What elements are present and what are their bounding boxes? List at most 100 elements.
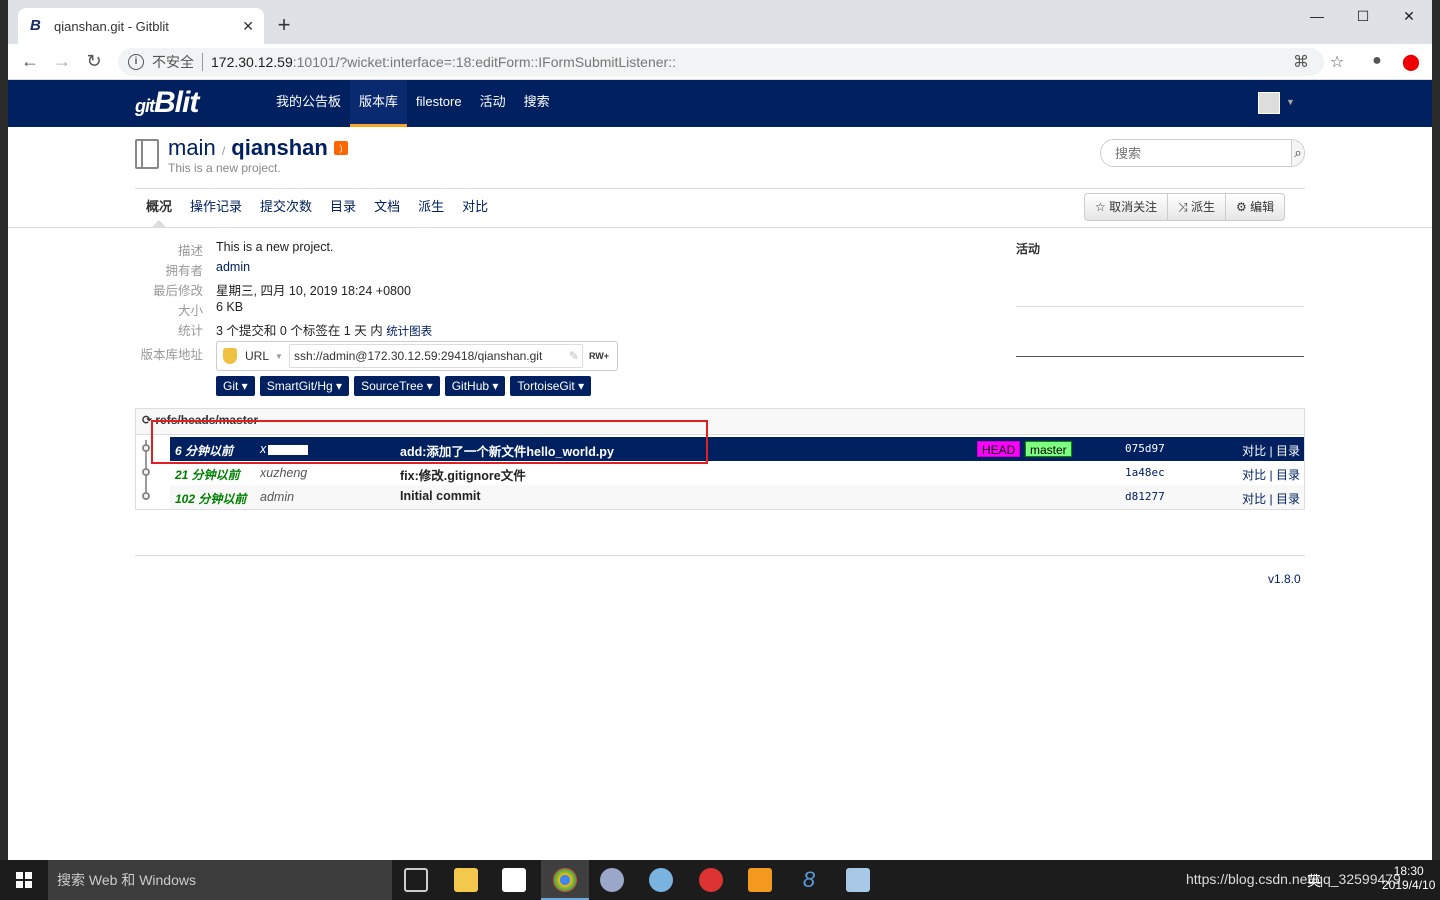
fork-button[interactable]: ⤨ 派生 (1168, 194, 1227, 220)
desktop-left-edge (0, 0, 8, 860)
repo-tabs: 概况 操作记录 提交次数 目录 文档 派生 对比 (137, 197, 497, 217)
action-separator: | (1269, 468, 1273, 482)
activity-title: 活动 (1016, 242, 1041, 256)
gitblit-logo[interactable]: gitBlit (135, 86, 199, 120)
commit-message[interactable]: fix:修改.gitignore文件 (400, 465, 526, 484)
tab-title: qianshan.git - Gitblit (54, 18, 169, 34)
app-icon[interactable] (649, 868, 673, 892)
maximize-icon[interactable]: ☐ (1340, 4, 1386, 28)
url-protocol[interactable]: URL (245, 349, 269, 363)
translate-icon[interactable]: ⌘ (1290, 52, 1312, 72)
value-last-modified: 星期三, 四月 10, 2019 18:24 +0800 (216, 284, 411, 298)
tab-commits[interactable]: 提交次数 (251, 197, 321, 217)
label-repo-url: 版本库地址 (140, 348, 203, 362)
start-button[interactable] (0, 860, 48, 900)
commit-graph-node (142, 468, 150, 476)
shield-icon (223, 348, 237, 364)
stats-chart-link[interactable]: 统计图表 (386, 326, 432, 338)
commit-hash[interactable]: 1a48ec (1125, 466, 1165, 479)
clone-url-field[interactable]: ssh://admin@172.30.12.59:29418/qianshan.… (288, 344, 583, 368)
value-size: 6 KB (216, 300, 244, 314)
taskbar-search[interactable]: 搜索 Web 和 Windows (48, 860, 392, 900)
profile-icon[interactable]: ● (1366, 52, 1388, 70)
copy-icon[interactable]: ✎ (569, 345, 579, 367)
unwatch-button[interactable]: ☆ 取消关注 (1085, 194, 1169, 220)
action-separator: | (1269, 444, 1273, 458)
divider (8, 227, 1432, 228)
commit-author: admin (260, 490, 295, 504)
table-row[interactable]: 102 分钟以前 admin Initial commit d81277 对比 … (170, 485, 1304, 509)
minimize-icon[interactable]: — (1294, 4, 1340, 28)
ime-indicator[interactable]: 英 (1307, 871, 1321, 891)
label-description: 描述 (177, 244, 203, 258)
nav-search[interactable]: 搜索 (515, 80, 559, 127)
chevron-down-icon[interactable]: ▼ (275, 352, 283, 361)
github-button[interactable]: GitHub ▾ (444, 376, 506, 396)
tab-reflog[interactable]: 操作记录 (181, 197, 251, 217)
search-input[interactable] (1101, 140, 1291, 166)
tab-forks[interactable]: 派生 (409, 197, 453, 217)
reload-icon[interactable]: ↻ (82, 51, 106, 72)
owner-link[interactable]: admin (216, 260, 250, 274)
new-tab-icon[interactable]: + (270, 12, 298, 38)
bookmark-star-icon[interactable]: ☆ (1326, 52, 1348, 72)
address-bar[interactable]: i 不安全 172.30.12.59 :10101/?wicket:interf… (118, 48, 1324, 76)
commit-message[interactable]: Initial commit (400, 489, 481, 503)
tree-link[interactable]: 目录 (1276, 444, 1300, 458)
chevron-down-icon[interactable]: ▼ (1286, 97, 1295, 107)
sourcetree-button[interactable]: SourceTree ▾ (354, 376, 440, 396)
compare-link[interactable]: 对比 (1242, 468, 1266, 482)
paint-icon[interactable] (600, 868, 624, 892)
repo-description: This is a new project. (168, 161, 281, 175)
forward-arrow-icon[interactable]: → (50, 51, 74, 72)
value-description: This is a new project. (216, 240, 334, 254)
back-arrow-icon[interactable]: ← (18, 51, 42, 72)
task-view-icon[interactable] (404, 868, 428, 892)
avatar[interactable] (1258, 92, 1280, 114)
repository-icon (135, 139, 159, 169)
info-icon[interactable]: i (128, 54, 144, 70)
tab-compare[interactable]: 对比 (453, 197, 497, 217)
smartgit-button[interactable]: SmartGit/Hg ▾ (259, 376, 350, 396)
tree-link[interactable]: 目录 (1276, 492, 1300, 506)
commit-hash[interactable]: 075d97 (1125, 442, 1165, 455)
compare-link[interactable]: 对比 (1242, 492, 1266, 506)
nav-dashboard[interactable]: 我的公告板 (267, 80, 350, 127)
close-tab-icon[interactable]: ✕ (242, 18, 254, 35)
address-separator (202, 53, 203, 71)
edit-button[interactable]: ⚙ 编辑 (1226, 194, 1284, 220)
file-explorer-icon[interactable] (454, 868, 478, 892)
chrome-icon[interactable] (553, 868, 577, 892)
search-icon[interactable]: ⌕ (1291, 140, 1304, 166)
nav-activity[interactable]: 活动 (471, 80, 515, 127)
commit-hash[interactable]: d81277 (1125, 490, 1165, 503)
tree-link[interactable]: 目录 (1276, 468, 1300, 482)
access-permission: RW+ (588, 351, 610, 361)
master-tag[interactable]: master (1025, 441, 1072, 457)
browser-tab-bar: B qianshan.git - Gitblit ✕ + — ☐ ✕ (8, 0, 1432, 44)
gitblit-app-icon[interactable]: 8 (797, 868, 821, 892)
rss-icon[interactable]: ) (333, 141, 348, 155)
table-row[interactable]: 21 分钟以前 xuzheng fix:修改.gitignore文件 1a48e… (170, 461, 1304, 485)
store-icon[interactable] (502, 868, 526, 892)
compare-link[interactable]: 对比 (1242, 444, 1266, 458)
nav-repositories[interactable]: 版本库 (350, 80, 408, 127)
tab-tree[interactable]: 目录 (321, 197, 365, 217)
tray-watermark: https://blog.csdn.net/qq_32599479 (1186, 871, 1401, 887)
git-gui-icon[interactable] (748, 868, 772, 892)
taskbar-clock[interactable]: 18:30 2019/4/10 (1382, 864, 1435, 892)
tortoisegit-button[interactable]: TortoiseGit ▾ (510, 376, 592, 396)
nav-filestore[interactable]: filestore (407, 80, 471, 127)
project-link[interactable]: main (168, 135, 216, 160)
extension-icon[interactable]: ⬤ (1400, 52, 1422, 72)
browser-tab[interactable]: B qianshan.git - Gitblit ✕ (18, 8, 264, 44)
tab-summary[interactable]: 概况 (137, 197, 181, 217)
repo-name-link[interactable]: qianshan (231, 135, 328, 160)
close-window-icon[interactable]: ✕ (1386, 4, 1432, 28)
chrome-alt-icon[interactable] (699, 868, 723, 892)
notepad-icon[interactable] (846, 868, 870, 892)
head-tag[interactable]: HEAD (977, 441, 1021, 457)
git-button[interactable]: Git ▾ (216, 376, 255, 396)
tab-docs[interactable]: 文档 (365, 197, 409, 217)
label-owner: 拥有者 (165, 264, 203, 278)
